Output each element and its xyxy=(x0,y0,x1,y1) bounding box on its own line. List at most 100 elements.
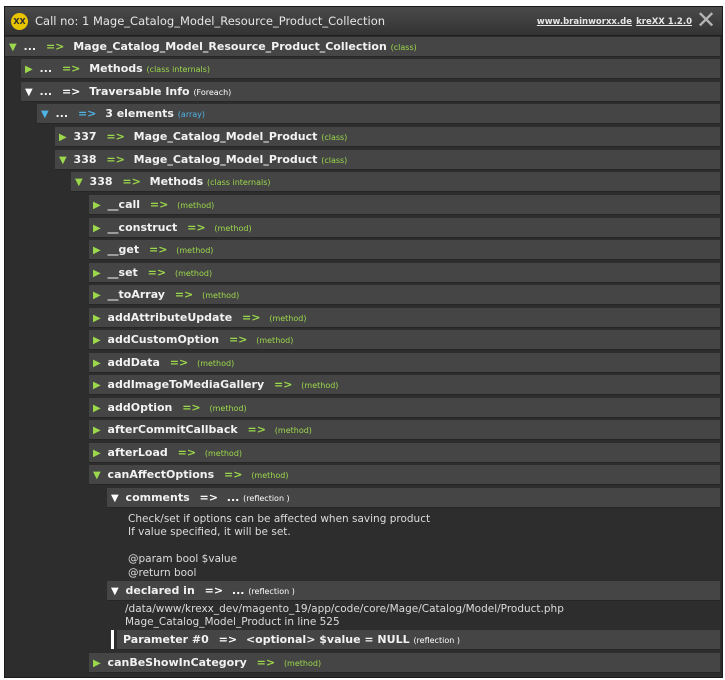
method-name: afterCommitCallback xyxy=(107,423,238,436)
expanded-icon[interactable]: ▼ xyxy=(111,493,119,504)
row-type: (array) xyxy=(177,110,206,119)
row-type: (method) xyxy=(204,449,243,458)
brainworxx-link[interactable]: www.brainworxx.de xyxy=(537,17,632,27)
method-row-toarray[interactable]: ▶ __toArray => (method) xyxy=(89,285,720,305)
row-connector: => xyxy=(199,491,218,504)
row-connector: => xyxy=(106,153,125,166)
collapsed-icon[interactable]: ▶ xyxy=(25,64,33,75)
tree-row-traversable[interactable]: ▼ ... => Traversable Info (Foreach) xyxy=(21,82,720,102)
parameter-key: Parameter #0 xyxy=(123,633,209,646)
row-connector: => xyxy=(149,198,169,211)
method-row-canaffectoptions[interactable]: ▼ canAffectOptions => (method) xyxy=(89,465,720,485)
method-row-canbeshowincategory[interactable]: ▶ canBeShowInCategory => (method) xyxy=(89,653,720,673)
method-row-get[interactable]: ▶ __get => (method) xyxy=(89,240,720,260)
collapsed-icon[interactable]: ▶ xyxy=(93,290,101,301)
row-key: 338 xyxy=(89,175,113,188)
collapsed-icon[interactable]: ▶ xyxy=(93,245,101,256)
row-type: (class) xyxy=(321,133,348,142)
row-key: ... xyxy=(23,40,37,53)
row-type: (method) xyxy=(251,471,289,480)
collapsed-icon[interactable]: ▶ xyxy=(93,313,101,324)
call-title: Call no: 1 Mage_Catalog_Model_Resource_P… xyxy=(35,14,386,28)
method-row-afterload[interactable]: ▶ afterLoad => (method) xyxy=(89,443,720,463)
row-value: Traversable Info xyxy=(89,85,190,98)
row-key: 337 xyxy=(73,130,97,143)
row-value: Mage_Catalog_Model_Resource_Product_Coll… xyxy=(73,40,387,53)
collapsed-icon[interactable]: ▶ xyxy=(93,358,101,369)
row-type: (reflection ) xyxy=(248,587,295,596)
row-type: (reflection ) xyxy=(243,494,290,503)
tree-row-337[interactable]: ▶ 337 => Mage_Catalog_Model_Product (cla… xyxy=(55,127,720,147)
row-connector: => xyxy=(148,243,168,256)
method-name: __set xyxy=(107,266,138,279)
method-row-aftercommitcallback[interactable]: ▶ afterCommitCallback => (method) xyxy=(89,420,720,440)
method-name: addImageToMediaGallery xyxy=(107,378,265,391)
tree-row-root[interactable]: ▼ ... => Mage_Catalog_Model_Resource_Pro… xyxy=(5,37,720,57)
method-row-addimagetomediagallery[interactable]: ▶ addImageToMediaGallery => (method) xyxy=(89,375,720,395)
collapsed-icon[interactable]: ▶ xyxy=(59,132,67,143)
tree-row-methods[interactable]: ▶ ... => Methods (class internals) xyxy=(21,59,720,79)
reflection-row-declared-in[interactable]: ▼ declared in => ... (reflection ) xyxy=(107,581,720,601)
row-type: (class internals) xyxy=(206,178,271,187)
row-connector: => xyxy=(169,356,189,369)
expanded-icon[interactable]: ▼ xyxy=(41,109,49,120)
row-type: (class) xyxy=(390,43,417,52)
method-row-addcustomoption[interactable]: ▶ addCustomOption => (method) xyxy=(89,330,720,350)
comment-line: If value specified, it will be set. xyxy=(128,526,291,538)
expanded-icon[interactable]: ▼ xyxy=(111,586,119,597)
row-type: (method) xyxy=(177,201,215,210)
method-name: __get xyxy=(107,243,140,256)
expanded-icon[interactable]: ▼ xyxy=(9,42,17,53)
method-row-adddata[interactable]: ▶ addData => (method) xyxy=(89,353,720,373)
method-row-construct[interactable]: ▶ __construct => (method) xyxy=(89,218,720,238)
collapsed-icon[interactable]: ▶ xyxy=(93,425,101,436)
row-type: (reflection ) xyxy=(413,636,460,645)
method-row-addoption[interactable]: ▶ addOption => (method) xyxy=(89,398,720,418)
parameter-value: <optional> $value = NULL xyxy=(245,633,410,646)
declared-class-line: Mage_Catalog_Model_Product in line 525 xyxy=(125,616,340,628)
row-type: (method) xyxy=(269,314,307,323)
row-connector: => xyxy=(177,446,197,459)
reflection-dots: ... xyxy=(226,491,240,504)
collapsed-icon[interactable]: ▶ xyxy=(93,448,101,459)
close-icon[interactable]: ✕ xyxy=(696,8,716,32)
method-name: __construct xyxy=(107,221,178,234)
collapsed-icon[interactable]: ▶ xyxy=(93,223,101,234)
krexx-version-link[interactable]: kreXX 1.2.0 xyxy=(636,17,692,27)
expanded-icon[interactable]: ▼ xyxy=(93,470,101,481)
method-row-addattributeupdate[interactable]: ▶ addAttributeUpdate => (method) xyxy=(89,308,720,328)
expanded-icon[interactable]: ▼ xyxy=(59,155,67,166)
reflection-row-comments[interactable]: ▼ comments => ... (reflection ) xyxy=(107,488,720,508)
collapsed-icon[interactable]: ▶ xyxy=(93,200,101,211)
expanded-icon[interactable]: ▼ xyxy=(75,177,83,188)
tree-row-338-methods[interactable]: ▼ 338 => Methods (class internals) xyxy=(71,172,720,192)
collapsed-icon[interactable]: ▶ xyxy=(93,658,101,669)
row-connector: => xyxy=(274,378,293,391)
row-connector: => xyxy=(174,288,194,301)
method-name: addCustomOption xyxy=(107,333,220,346)
row-connector: => xyxy=(247,423,266,436)
row-connector: => xyxy=(77,107,97,120)
reflection-dots: ... xyxy=(231,584,245,597)
declared-file-path: /data/www/krexx_dev/magento_19/app/code/… xyxy=(125,603,564,615)
expanded-icon[interactable]: ▼ xyxy=(25,87,33,98)
collapsed-icon[interactable]: ▶ xyxy=(93,335,101,346)
collapsed-icon[interactable]: ▶ xyxy=(93,403,101,414)
row-value: Methods xyxy=(89,62,143,75)
method-row-call[interactable]: ▶ __call => (method) xyxy=(89,195,720,215)
parameter-marker xyxy=(111,630,114,649)
collapsed-icon[interactable]: ▶ xyxy=(93,380,101,391)
tree-row-elements[interactable]: ▼ ... => 3 elements (array) xyxy=(37,104,720,124)
row-type: (method) xyxy=(209,404,247,413)
tree-row-338[interactable]: ▼ 338 => Mage_Catalog_Model_Product (cla… xyxy=(55,150,720,170)
reflection-row-parameter-0[interactable]: Parameter #0 => <optional> $value = NULL… xyxy=(117,630,720,650)
method-row-set[interactable]: ▶ __set => (method) xyxy=(89,263,720,283)
row-connector: => xyxy=(256,656,276,669)
row-connector: => xyxy=(204,584,224,597)
method-name: __toArray xyxy=(107,288,165,301)
row-type: (class internals) xyxy=(146,65,211,74)
row-type: (method) xyxy=(202,291,240,300)
header-bar: XX Call no: 1 Mage_Catalog_Model_Resourc… xyxy=(5,7,722,36)
collapsed-icon[interactable]: ▶ xyxy=(93,268,101,279)
row-type: (method) xyxy=(274,426,312,435)
